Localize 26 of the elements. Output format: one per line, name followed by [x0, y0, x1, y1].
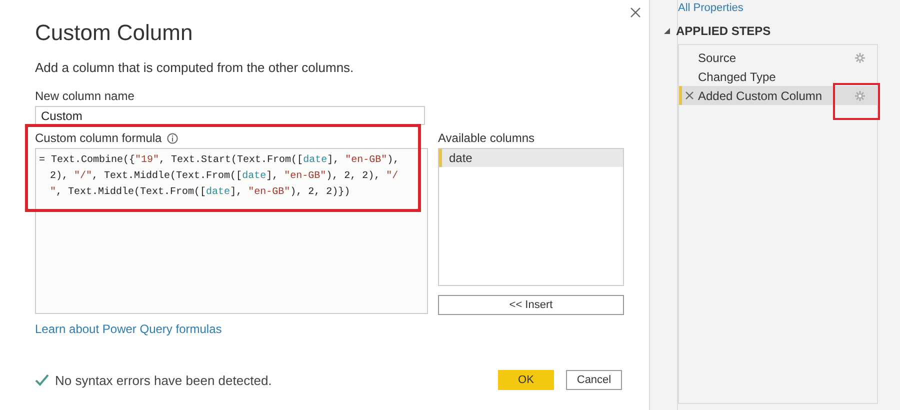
formula-label: Custom column formula	[35, 131, 162, 145]
close-icon[interactable]	[630, 7, 641, 18]
column-name-field[interactable]: Custom	[35, 106, 425, 125]
step-item[interactable]: Added Custom Column	[679, 86, 877, 105]
step-label: Added Custom Column	[698, 88, 824, 102]
learn-link[interactable]: Learn about Power Query formulas	[35, 322, 222, 336]
delete-icon[interactable]	[685, 91, 694, 100]
step-label: Source	[698, 50, 738, 64]
field-label: Available columns	[438, 131, 536, 145]
collapse-icon[interactable]	[664, 28, 670, 34]
properties-link[interactable]: All Properties	[678, 2, 900, 14]
field-label: New column name	[35, 89, 136, 103]
dialog-subtitle: Add a column that is computed from the other columns.	[35, 60, 355, 75]
step-item[interactable]: Changed Type	[679, 67, 877, 86]
formula-editor[interactable]: = Text.Combine({"19", Text.Start(Text.From([date], "en-GB"), 2), "/", Text.Middle(Text.From([date], "en-GB"), 2, 2), "/ ", Text.Middle(Text.From([date], "en-GB"), 2, 2)})	[35, 148, 428, 314]
check-icon	[35, 374, 49, 386]
step-item[interactable]: Source	[679, 48, 877, 67]
column-item[interactable]: date	[439, 149, 623, 167]
step-label: Changed Type	[698, 70, 777, 84]
info-icon[interactable]	[166, 132, 178, 144]
ok-button[interactable]: OK	[498, 370, 554, 390]
insert-button[interactable]: << Insert	[438, 295, 624, 315]
status-message: No syntax errors have been detected.	[55, 372, 272, 388]
section-title: APPLIED STEPS	[676, 24, 771, 38]
dialog-title: Custom Column	[35, 20, 194, 46]
cancel-button[interactable]: Cancel	[566, 370, 622, 390]
